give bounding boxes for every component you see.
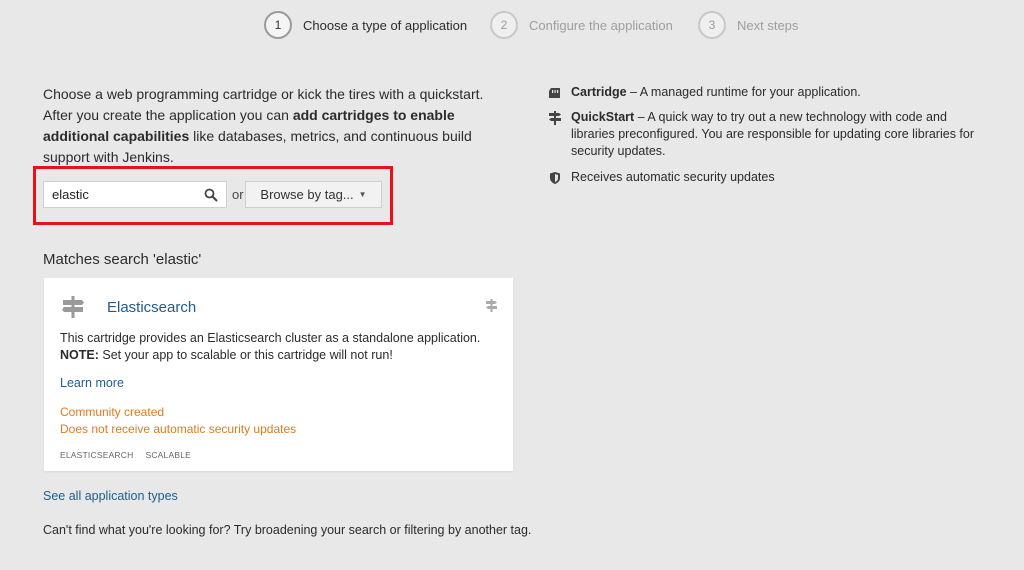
step-number: 3 [698, 11, 726, 39]
intro-text: Choose a web programming cartridge or ki… [43, 84, 513, 168]
card-description: This cartridge provides an Elasticsearch… [60, 330, 500, 364]
legend-quickstart: QuickStart – A quick way to try out a ne… [548, 109, 988, 160]
legend-cartridge: Cartridge – A managed runtime for your a… [548, 84, 988, 101]
card-description-text: This cartridge provides an Elasticsearch… [60, 331, 481, 345]
browse-by-tag-button[interactable]: Browse by tag... ▼ [245, 181, 382, 208]
tag-scalable[interactable]: SCALABLE [145, 450, 191, 460]
step-next-steps[interactable]: 3 Next steps [698, 11, 798, 39]
matches-heading: Matches search 'elastic' [43, 251, 202, 268]
no-security-updates-label: Does not receive automatic security upda… [60, 422, 297, 436]
quickstart-icon [486, 299, 497, 312]
cant-find-hint: Can't find what you're looking for? Try … [43, 523, 532, 537]
step-choose-type[interactable]: 1 Choose a type of application [264, 11, 467, 39]
legend-security-text: Receives automatic security updates [571, 170, 775, 184]
step-configure[interactable]: 2 Configure the application [490, 11, 673, 39]
wizard-steps: 1 Choose a type of application 2 Configu… [0, 11, 1024, 39]
search-icon[interactable] [204, 188, 218, 202]
shield-icon [550, 172, 560, 184]
card-tags: ELASTICSEARCH SCALABLE [60, 450, 203, 460]
legend-quickstart-title: QuickStart [571, 110, 635, 124]
quickstart-icon [549, 111, 561, 125]
see-all-application-types-link[interactable]: See all application types [43, 489, 178, 503]
community-created-label: Community created [60, 405, 165, 419]
chevron-down-icon: ▼ [358, 190, 367, 199]
step-number: 1 [264, 11, 292, 39]
learn-more-link[interactable]: Learn more [60, 376, 124, 390]
legend-cartridge-text: – A managed runtime for your application… [626, 85, 861, 99]
card-note-label: NOTE: [60, 348, 99, 362]
legend-security: Receives automatic security updates [548, 169, 988, 186]
browse-by-tag-label: Browse by tag... [260, 187, 354, 202]
search-input[interactable]: elastic [43, 181, 227, 208]
or-label: or [232, 187, 244, 202]
card-title-link[interactable]: Elasticsearch [107, 299, 196, 316]
step-label: Configure the application [529, 17, 673, 33]
quickstart-signpost-icon [62, 296, 84, 318]
card-note-text: Set your app to scalable or this cartrid… [98, 348, 393, 362]
result-card-elasticsearch: Elasticsearch This cartridge provides an… [44, 278, 513, 471]
step-number: 2 [490, 11, 518, 39]
legend-cartridge-title: Cartridge [571, 85, 627, 99]
cartridge-icon [549, 88, 560, 98]
search-input-value[interactable]: elastic [44, 187, 204, 202]
step-label: Choose a type of application [303, 17, 468, 33]
step-label: Next steps [737, 17, 799, 33]
tag-elasticsearch[interactable]: ELASTICSEARCH [60, 450, 133, 460]
